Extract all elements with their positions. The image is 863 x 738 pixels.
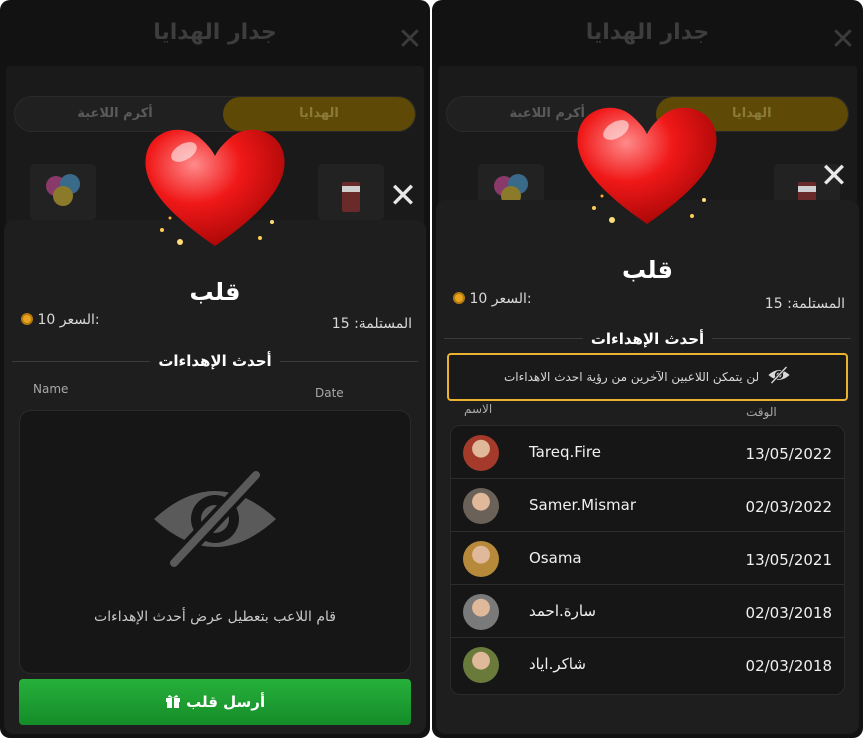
recent-gifts-list: Tareq.Fire 13/05/2022 Samer.Mismar 02/03/20… bbox=[450, 425, 845, 695]
gift-icon bbox=[165, 695, 180, 708]
gift-date: 02/03/2018 bbox=[745, 604, 832, 622]
gift-details-sheet: قلب المستلمة: 15 10 السعر: أحدث الإهداءا… bbox=[436, 200, 859, 734]
column-time: الوقت bbox=[746, 405, 777, 419]
list-item[interactable]: شاكر.اياد 02/03/2018 bbox=[451, 638, 844, 691]
heart-icon bbox=[145, 129, 285, 246]
sender-name: Samer.Mismar bbox=[529, 496, 637, 514]
column-date: Date bbox=[315, 386, 344, 400]
avatar[interactable] bbox=[463, 435, 499, 471]
list-item[interactable]: سارة.احمد 02/03/2018 bbox=[451, 585, 844, 638]
list-item[interactable]: Tareq.Fire 13/05/2022 bbox=[451, 426, 844, 479]
close-icon[interactable]: ✕ bbox=[387, 179, 419, 213]
gift-thumbnail[interactable] bbox=[318, 164, 384, 220]
disabled-message: قام اللاعب بتعطيل عرض أحدث الإهداءات bbox=[94, 609, 336, 625]
sender-name: شاكر.اياد bbox=[529, 655, 586, 673]
heart-icon bbox=[577, 107, 717, 224]
gift-wall-screen-right: جدار الهدايا ✕ أكرم اللاعبة الهدايا قلب … bbox=[432, 0, 863, 738]
recent-gifts-hidden-box: قام اللاعب بتعطيل عرض أحدث الإهداءات bbox=[19, 410, 411, 674]
send-gift-label: أرسل قلب bbox=[186, 693, 266, 711]
received-value: 15 bbox=[331, 316, 350, 332]
gift-thumbnail[interactable] bbox=[30, 164, 96, 220]
price-label: السعر: bbox=[59, 312, 100, 328]
received-value: 15 bbox=[764, 296, 783, 312]
gift-date: 13/05/2022 bbox=[745, 445, 832, 463]
recent-gifts-title: أحدث الإهداءات bbox=[436, 329, 859, 348]
privacy-banner: لن يتمكن اللاعبين الآخرين من رؤية احدث ا… bbox=[447, 353, 848, 401]
gift-date: 02/03/2022 bbox=[745, 498, 832, 516]
close-icon[interactable]: ✕ bbox=[818, 159, 850, 193]
avatar[interactable] bbox=[463, 541, 499, 577]
coin-icon bbox=[21, 313, 33, 325]
sender-name: Osama bbox=[529, 549, 582, 567]
gift-date: 13/05/2021 bbox=[745, 551, 832, 569]
eye-off-icon bbox=[768, 365, 790, 385]
avatar[interactable] bbox=[463, 594, 499, 630]
coin-icon bbox=[453, 292, 465, 304]
balloons-icon bbox=[46, 174, 80, 206]
sender-name: Tareq.Fire bbox=[529, 443, 601, 461]
page-title: جدار الهدايا bbox=[585, 20, 710, 45]
close-icon[interactable]: ✕ bbox=[396, 25, 424, 55]
sender-name: سارة.احمد bbox=[529, 602, 596, 620]
price-label: السعر: bbox=[491, 291, 532, 307]
received-count: المستلمة: 15 bbox=[765, 296, 845, 312]
gift-name: قلب bbox=[189, 278, 241, 306]
gift-name: قلب bbox=[622, 256, 673, 284]
page-title: جدار الهدايا bbox=[153, 20, 277, 45]
avatar[interactable] bbox=[463, 488, 499, 524]
received-label: المستلمة: bbox=[354, 316, 412, 332]
avatar[interactable] bbox=[463, 647, 499, 683]
price-value: 10 bbox=[469, 291, 488, 307]
received-count: المستلمة: 15 bbox=[332, 316, 412, 332]
cake-icon bbox=[342, 182, 360, 212]
gift-details-sheet: قلب المستلمة: 15 10 السعر: أحدث الإهداءا… bbox=[4, 220, 426, 734]
list-item[interactable]: Samer.Mismar 02/03/2022 bbox=[451, 479, 844, 532]
eye-off-icon bbox=[154, 467, 276, 571]
recent-gifts-title-text: أحدث الإهداءات bbox=[150, 352, 280, 370]
list-item[interactable]: Osama 13/05/2021 bbox=[451, 532, 844, 585]
column-name: Name bbox=[33, 382, 69, 396]
received-label: المستلمة: bbox=[787, 296, 845, 312]
price: 10 السعر: bbox=[450, 291, 532, 307]
recent-gifts-title: أحدث الإهداءات bbox=[4, 351, 426, 370]
price: 10 السعر: bbox=[18, 312, 100, 328]
gift-wall-screen-left: جدار الهدايا ✕ أكرم اللاعبة الهدايا قلب … bbox=[0, 0, 430, 738]
close-icon[interactable]: ✕ bbox=[829, 25, 857, 55]
price-value: 10 bbox=[37, 312, 56, 328]
recent-gifts-title-text: أحدث الإهداءات bbox=[582, 330, 713, 348]
gift-date: 02/03/2018 bbox=[745, 657, 832, 675]
column-name: الاسم bbox=[464, 402, 493, 416]
privacy-banner-text: لن يتمكن اللاعبين الآخرين من رؤية احدث ا… bbox=[503, 370, 760, 384]
send-gift-button[interactable]: أرسل قلب bbox=[19, 679, 411, 725]
